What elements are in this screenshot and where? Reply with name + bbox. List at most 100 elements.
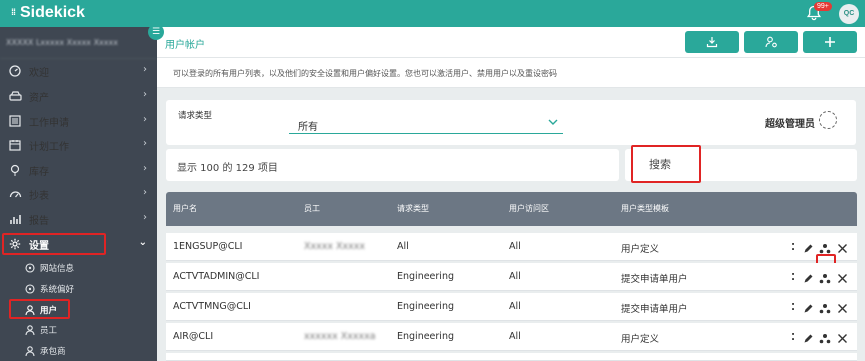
column-header-access-area[interactable]: 用户访问区	[509, 203, 549, 214]
user-permissions-icon[interactable]	[818, 241, 832, 255]
more-options-icon[interactable]: ⁚	[788, 333, 798, 343]
export-button[interactable]	[685, 31, 739, 53]
user-icon	[24, 324, 35, 335]
sidebar-item-scheduled-work[interactable]: 计划工作 ›	[0, 133, 157, 157]
column-header-template[interactable]: 用户类型模板	[621, 203, 669, 214]
record-count: 显示 100 的 129 项目	[166, 149, 619, 181]
column-header-username[interactable]: 用户名	[173, 203, 197, 214]
table-row[interactable]: 1ENGSUP@CLI Xxxxx Xxxxx All All 用户定义 ⁚	[166, 233, 857, 261]
logo-dots-icon: ⁞⁞	[11, 7, 16, 17]
chevron-down-icon	[548, 119, 558, 125]
request-type-select[interactable]: 所有	[289, 114, 563, 134]
search-input[interactable]: 搜索	[631, 145, 701, 183]
sidebar-subitem-label: 系统偏好	[40, 284, 75, 295]
cell-template: 用户定义	[621, 334, 660, 345]
cell-template: 提交申请单用户	[621, 274, 688, 285]
app-logo-text: Sidekick	[20, 4, 85, 21]
sidebar-item-label: 库存	[29, 166, 49, 178]
cell-request-type: Engineering	[397, 331, 454, 342]
lightbulb-icon	[8, 163, 22, 177]
sidebar-subitem-label: 员工	[40, 325, 58, 336]
super-admin-toggle[interactable]	[819, 111, 837, 129]
sidebar-item-reports[interactable]: 报告 ›	[0, 207, 157, 231]
more-options-icon[interactable]: ⁚	[788, 303, 798, 313]
table-header: 用户名 员工 请求类型 用户访问区 用户类型模板	[166, 192, 857, 226]
user-icon	[24, 345, 35, 356]
users-table: 用户名 员工 请求类型 用户访问区 用户类型模板 1ENGSUP@CLI Xxx…	[166, 192, 857, 361]
sidebar-subitem-label: 承包商	[40, 346, 66, 357]
cell-request-type: Engineering	[397, 271, 454, 282]
sidebar-item-label: 计划工作	[29, 141, 69, 153]
bar-chart-icon	[8, 212, 22, 226]
sidebar-item-work-requests[interactable]: 工作申请 ›	[0, 109, 157, 133]
edit-icon[interactable]	[801, 271, 815, 285]
sidebar-item-label: 欢迎	[29, 67, 49, 79]
cell-request-type: Engineering	[397, 301, 454, 312]
location-icon	[24, 262, 35, 273]
edit-icon[interactable]	[801, 331, 815, 345]
cell-access-area: All	[509, 331, 521, 342]
cell-username: 1ENGSUP@CLI	[173, 241, 243, 252]
chevron-right-icon: ›	[143, 64, 147, 75]
sidebar-item-meter-reading[interactable]: 抄表 ›	[0, 182, 157, 206]
chevron-right-icon: ›	[143, 187, 147, 198]
plus-icon	[825, 37, 835, 47]
column-header-employee[interactable]: 员工	[304, 203, 320, 214]
sidebar-item-inventory[interactable]: 库存 ›	[0, 158, 157, 182]
close-icon[interactable]	[835, 331, 849, 345]
request-type-value: 所有	[298, 122, 318, 133]
table-row[interactable]: ACTVTADMIN@CLI Engineering All 提交申请单用户 ⁚	[166, 263, 857, 291]
edit-icon[interactable]	[801, 301, 815, 315]
chevron-right-icon: ›	[143, 138, 147, 149]
add-user-button[interactable]	[803, 31, 857, 53]
close-icon[interactable]	[835, 301, 849, 315]
gauge-icon	[8, 187, 22, 201]
user-permissions-icon[interactable]	[818, 301, 832, 315]
column-header-request-type[interactable]: 请求类型	[397, 203, 429, 214]
chevron-right-icon: ›	[143, 212, 147, 223]
chevron-down-icon: ⌄	[138, 237, 147, 248]
close-icon[interactable]	[835, 271, 849, 285]
sidebar-item-label: 工作申请	[29, 117, 69, 129]
sidebar-subitem-users[interactable]: 用户	[0, 299, 157, 320]
row-actions: ⁚	[788, 329, 854, 347]
sidebar-subitem-label: 网站信息	[40, 263, 75, 274]
main-content: 用户帐户 可以登录的所有用户列表，以及他们的安全设置和用户偏好设置。您也可以激活…	[157, 27, 865, 361]
sidebar-item-settings[interactable]: 设置 ⌄	[0, 232, 157, 256]
top-bar: ⁞⁞ Sidekick 99+ QC	[0, 0, 865, 27]
sidebar-subitem-system-prefs[interactable]: 系统偏好	[0, 278, 157, 299]
sidebar-item-label: 抄表	[29, 190, 49, 202]
sidebar-collapse-icon[interactable]: ☰	[148, 24, 164, 40]
title-bar: 用户帐户	[157, 27, 865, 58]
super-admin-label: 超级管理员	[765, 119, 815, 130]
cell-username: ACTVTADMIN@CLI	[173, 271, 260, 282]
sidebar-item-assets[interactable]: 资产 ›	[0, 84, 157, 108]
more-options-icon[interactable]: ⁚	[788, 243, 798, 253]
location-icon	[24, 283, 35, 294]
cell-username: AIR@CLI	[173, 331, 214, 342]
sidebar-subitem-site-info[interactable]: 网站信息	[0, 257, 157, 278]
sidebar-subitem-label: 用户	[40, 305, 58, 316]
user-permissions-icon[interactable]	[818, 271, 832, 285]
close-icon[interactable]	[835, 241, 849, 255]
edit-icon[interactable]	[801, 241, 815, 255]
user-permissions-icon[interactable]	[818, 331, 832, 345]
cell-request-type: All	[397, 241, 409, 252]
row-actions: ⁚	[788, 239, 854, 257]
sidebar-subitem-contractors[interactable]: 承包商	[0, 340, 157, 361]
sidebar-item-welcome[interactable]: 欢迎 ›	[0, 59, 157, 83]
table-row-partial	[166, 353, 857, 361]
cell-template: 用户定义	[621, 244, 660, 255]
user-settings-button[interactable]	[744, 31, 798, 53]
sidebar-subitem-employees[interactable]: 员工	[0, 319, 157, 340]
more-options-icon[interactable]: ⁚	[788, 273, 798, 283]
app-logo[interactable]: ⁞⁞ Sidekick	[8, 4, 85, 22]
sidebar-org-name: XXXXX Lxxxxx Xxxxx Xxxxx	[0, 27, 157, 59]
table-row[interactable]: ACTVTMNG@CLI Engineering All 提交申请单用户 ⁚	[166, 293, 857, 321]
dashboard-icon	[8, 64, 22, 78]
user-avatar[interactable]: QC	[839, 4, 859, 24]
table-row[interactable]: AIR@CLI xxxxxx Xxxxxa Engineering All 用户…	[166, 323, 857, 351]
gear-icon	[8, 237, 22, 251]
cell-access-area: All	[509, 271, 521, 282]
user-icon	[24, 304, 35, 315]
